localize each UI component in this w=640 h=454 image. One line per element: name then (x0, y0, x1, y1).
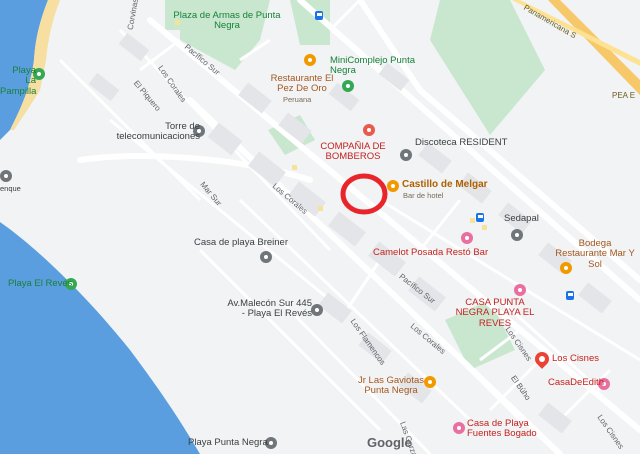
label-restaurante-pez-sub: Peruana (283, 95, 312, 104)
label-casa-fuentes[interactable]: Casa de Playa Fuentes Bogado (467, 418, 543, 440)
label-pea-e: PEA E (612, 91, 636, 100)
hotel-pin-icon[interactable] (461, 232, 473, 244)
label-compania[interactable]: COMPAÑIA DE BOMBEROS (318, 141, 388, 163)
bus-stop-icon[interactable] (566, 291, 574, 300)
hotel-pin-icon[interactable] (514, 284, 526, 296)
label-sedapal[interactable]: Sedapal (504, 213, 539, 224)
fire-station-pin-icon[interactable] (363, 124, 375, 136)
label-discoteca[interactable]: Discoteca RESIDENT (415, 137, 507, 148)
label-casa-breiner[interactable]: Casa de playa Breiner (194, 237, 288, 248)
label-jr-gaviotas[interactable]: Jr Las Gaviotas Punta Negra (358, 375, 424, 397)
label-bodega[interactable]: Bodega Restaurante Mar Y Sol (552, 238, 638, 270)
label-torre[interactable]: Torre de telecomunicaciones (110, 121, 200, 143)
map-base (0, 0, 640, 454)
label-playa-punta-negra[interactable]: Playa Punta Negra (188, 437, 268, 448)
hotel-pin-icon[interactable] (453, 422, 465, 434)
restaurant-pin-icon[interactable] (304, 54, 316, 66)
label-playa-la-pampilla[interactable]: Playa La Pampilla (0, 65, 36, 97)
bus-stop-icon[interactable] (315, 11, 323, 20)
utility-pin-icon[interactable] (511, 229, 523, 241)
bus-stop-icon[interactable] (476, 213, 484, 222)
label-minicomplejo[interactable]: MiniComplejo Punta Negra (330, 55, 420, 77)
label-los-cisnes[interactable]: Los Cisnes (552, 353, 599, 364)
label-enque: enque (0, 184, 21, 193)
label-plaza[interactable]: Plaza de Armas de Punta Negra (172, 10, 282, 32)
nightclub-pin-icon[interactable] (400, 149, 412, 161)
highlight-circle (340, 173, 388, 215)
restaurant-pin-icon[interactable] (387, 180, 399, 192)
label-castillo-sub: Bar de hotel (403, 191, 444, 200)
park-pin-icon[interactable] (342, 80, 354, 92)
place-pin-icon[interactable] (311, 304, 323, 316)
label-castillo[interactable]: Castillo de Melgar (402, 179, 488, 190)
label-restaurante-pez[interactable]: Restaurante El Pez De Oro (262, 73, 342, 95)
restaurant-pin-icon[interactable] (424, 376, 436, 388)
map-view[interactable]: Plaza de Armas de Punta Negra MiniComple… (0, 0, 640, 454)
lodging-pin-icon[interactable] (260, 251, 272, 263)
google-logo: Google (367, 435, 412, 450)
label-casadeedith[interactable]: CasaDeEdith (548, 377, 604, 388)
landmark-pin-icon[interactable] (0, 170, 12, 182)
label-playa-el-reves[interactable]: Playa El Revés (8, 278, 72, 289)
label-camelot[interactable]: Camelot Posada Restó Bar (373, 247, 488, 258)
label-av-malecon[interactable]: Av.Malecón Sur 445 - Playa El Revés (222, 298, 312, 320)
label-casa-punta-negra[interactable]: CASA PUNTA NEGRA PLAYA EL REVES (450, 297, 540, 329)
